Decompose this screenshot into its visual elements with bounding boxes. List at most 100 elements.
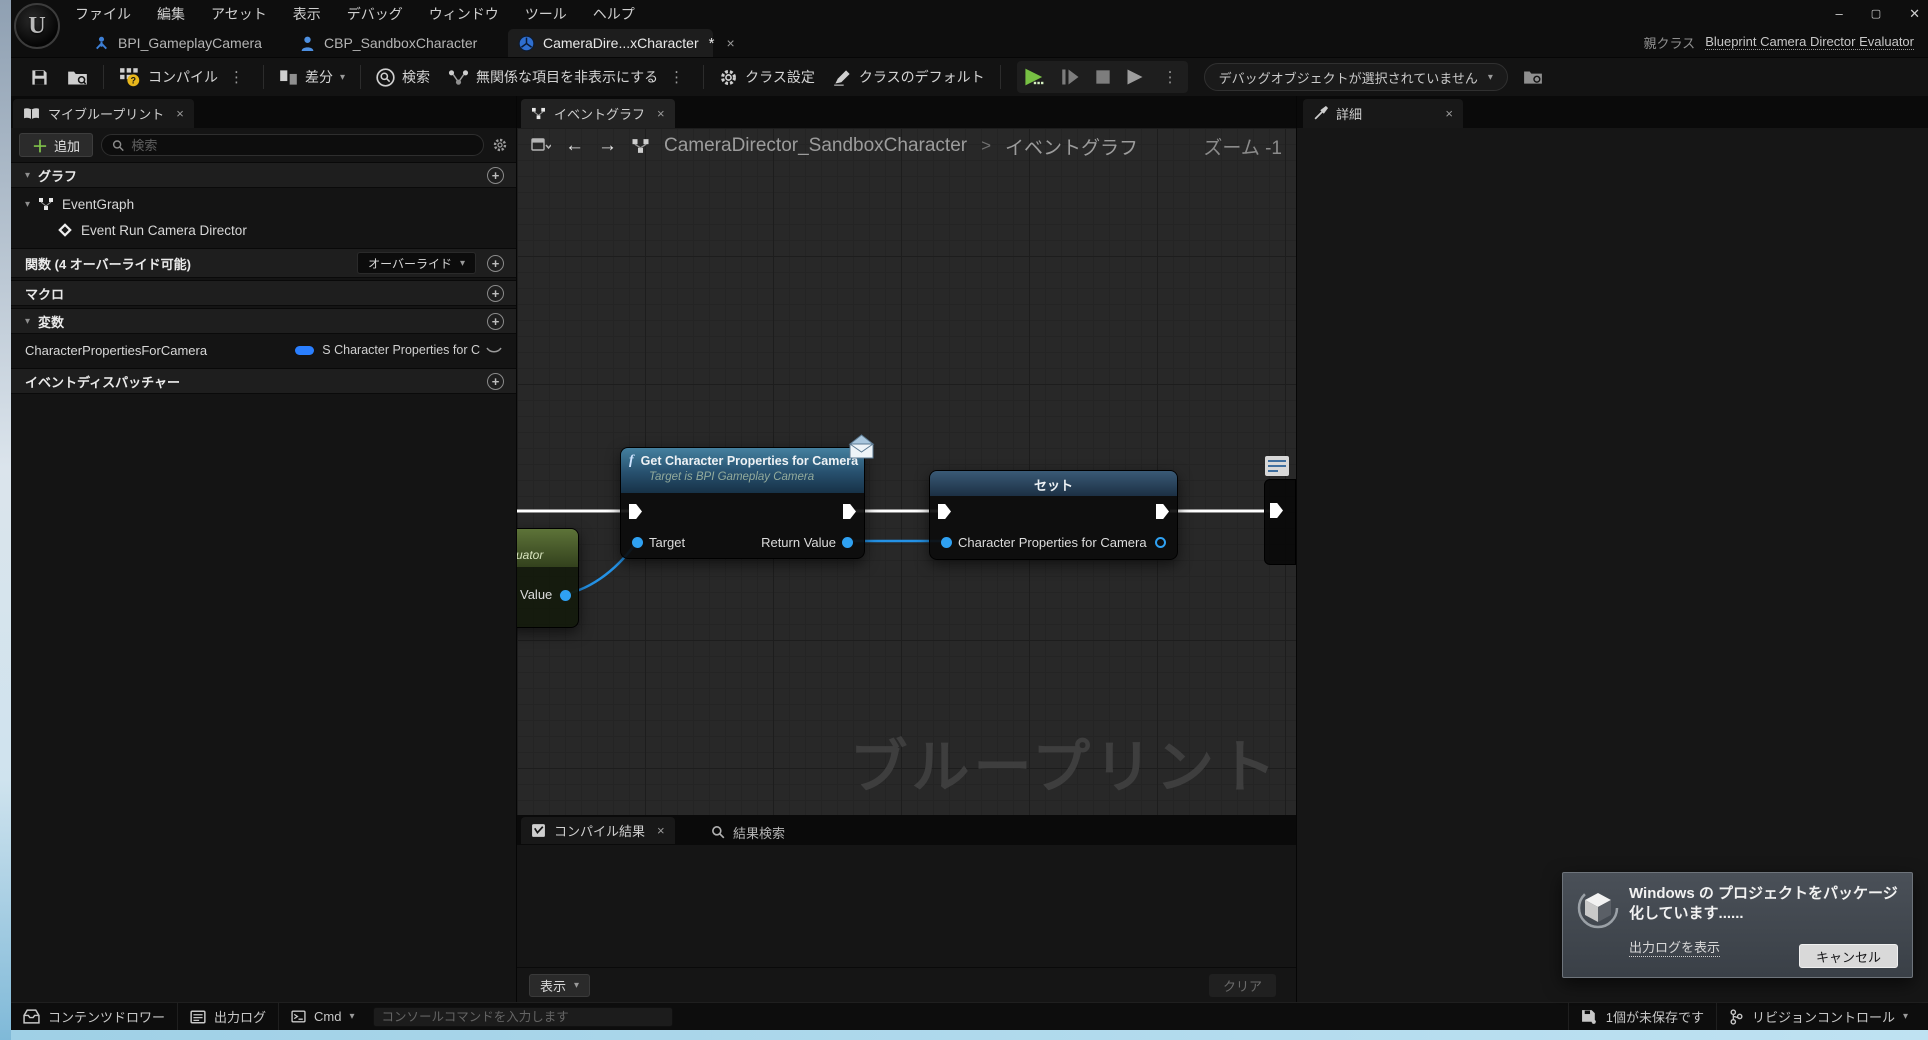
folder-find-icon: [67, 69, 88, 86]
menu-asset[interactable]: アセット: [211, 4, 267, 24]
graph-settings-icon[interactable]: [531, 138, 551, 154]
close-tab-icon[interactable]: ×: [1445, 106, 1453, 121]
debug-browse-button[interactable]: [1514, 62, 1552, 92]
play-icon[interactable]: [1023, 67, 1047, 87]
menu-help[interactable]: ヘルプ: [593, 4, 635, 24]
cancel-button[interactable]: キャンセル: [1799, 944, 1898, 968]
close-tab-icon[interactable]: ×: [726, 35, 734, 51]
menu-view[interactable]: 表示: [293, 4, 321, 24]
find-button[interactable]: 検索: [367, 62, 439, 92]
section-graphs[interactable]: ▾ グラフ +: [11, 162, 516, 188]
close-panel-icon[interactable]: ×: [176, 106, 184, 121]
maximize-button[interactable]: ▢: [1871, 7, 1881, 20]
menu-tools[interactable]: ツール: [525, 4, 567, 24]
menu-debug[interactable]: デバッグ: [347, 4, 403, 24]
override-dropdown[interactable]: オーバーライド ▾: [357, 252, 476, 274]
add-dispatcher-icon[interactable]: +: [487, 373, 504, 390]
tab-cameradirector-active[interactable]: CameraDire...xCharacter * ×: [508, 29, 713, 57]
toolbar-separator: [103, 65, 104, 89]
exec-out-pin[interactable]: [1156, 504, 1169, 519]
content-drawer-button[interactable]: コンテンツドロワー: [11, 1003, 177, 1030]
filter-gear-icon[interactable]: [492, 137, 508, 153]
chevron-down-icon: ▾: [349, 1011, 354, 1022]
tab-details[interactable]: 詳細 ×: [1303, 99, 1463, 128]
nav-back-icon[interactable]: ←: [565, 135, 584, 157]
tab-compiler-results[interactable]: コンパイル結果 ×: [521, 817, 675, 844]
section-variables[interactable]: ▾ 変数 +: [11, 308, 516, 334]
main-menu: ファイル 編集 アセット 表示 デバッグ ウィンドウ ツール ヘルプ: [75, 0, 635, 27]
tab-bpi-gameplaycamera[interactable]: BPI_GameplayCamera: [83, 29, 272, 57]
close-button[interactable]: ✕: [1909, 6, 1920, 22]
close-tab-icon[interactable]: ×: [657, 106, 665, 121]
graph-canvas[interactable]: ← → CameraDirector_SandboxCharacter > イベ…: [517, 128, 1296, 815]
stop-icon[interactable]: [1095, 69, 1111, 85]
pin-value-out[interactable]: [560, 590, 571, 601]
notification-title: Windows の プロジェクトをパッケージ化しています......: [1629, 884, 1901, 925]
hide-options-icon[interactable]: ⋮: [665, 68, 688, 86]
section-event-dispatchers[interactable]: イベントディスパッチャー +: [11, 368, 516, 394]
expander-icon[interactable]: ▾: [25, 316, 30, 327]
pin-character-properties-in[interactable]: [941, 537, 952, 548]
menu-file[interactable]: ファイル: [75, 4, 131, 24]
tab-cbp-sandboxcharacter[interactable]: CBP_SandboxCharacter: [289, 29, 487, 57]
save-button[interactable]: [21, 62, 58, 92]
node-evaluator-partial[interactable]: uator Value: [517, 528, 579, 628]
clear-button[interactable]: クリア: [1209, 974, 1276, 997]
node-clipped-right[interactable]: [1264, 455, 1296, 565]
tab-find-results[interactable]: 結果検索: [703, 819, 793, 845]
add-function-icon[interactable]: +: [487, 255, 504, 272]
output-log-button[interactable]: 出力ログ: [178, 1003, 278, 1030]
unreal-logo-icon[interactable]: U: [14, 3, 60, 49]
debug-object-dropdown[interactable]: デバッグオブジェクトが選択されていません ▾: [1204, 63, 1508, 91]
close-tab-icon[interactable]: ×: [657, 823, 665, 838]
exec-in-pin[interactable]: [938, 504, 951, 519]
menu-edit[interactable]: 編集: [157, 4, 185, 24]
breadcrumb-leaf[interactable]: イベントグラフ: [1005, 133, 1138, 160]
pin-return-value[interactable]: [842, 537, 853, 548]
search-input[interactable]: [131, 138, 473, 153]
eye-closed-icon[interactable]: [486, 344, 502, 356]
show-filter-dropdown[interactable]: 表示 ▾: [529, 974, 590, 997]
browse-asset-button[interactable]: [58, 62, 97, 92]
cmd-dropdown[interactable]: Cmd ▾: [279, 1003, 366, 1030]
nav-forward-icon[interactable]: →: [598, 135, 617, 157]
node-get-character-properties[interactable]: f Get Character Properties for Camera Ta…: [620, 447, 865, 559]
add-graph-icon[interactable]: +: [487, 167, 504, 184]
pin-output-ref[interactable]: [1155, 537, 1166, 548]
tree-item-event-run-camera-director[interactable]: Event Run Camera Director: [11, 218, 516, 242]
breadcrumb-root[interactable]: CameraDirector_SandboxCharacter: [664, 135, 967, 157]
expander-icon[interactable]: ▾: [25, 170, 30, 181]
compile-button[interactable]: ? コンパイル ⋮: [110, 62, 257, 92]
diff-button[interactable]: 差分 ▾: [270, 62, 354, 92]
hide-unrelated-button[interactable]: 無関係な項目を非表示にする ⋮: [439, 62, 697, 92]
section-functions[interactable]: 関数 (4 オーバーライド可能) オーバーライド ▾ +: [11, 248, 516, 278]
add-variable-icon[interactable]: +: [487, 313, 504, 330]
section-macros[interactable]: マクロ +: [11, 280, 516, 306]
exec-out-pin[interactable]: [843, 504, 856, 519]
class-defaults-button[interactable]: クラスのデフォルト: [824, 62, 994, 92]
minimize-button[interactable]: –: [1835, 6, 1842, 21]
expander-icon[interactable]: ▾: [25, 199, 30, 210]
revision-control-button[interactable]: リビジョンコントロール ▾: [1717, 1003, 1928, 1030]
compile-options-icon[interactable]: ⋮: [225, 68, 248, 86]
console-input[interactable]: [382, 1010, 664, 1024]
play-options-icon[interactable]: ⋮: [1159, 68, 1182, 86]
pin-target[interactable]: [632, 537, 643, 548]
class-settings-button[interactable]: クラス設定: [710, 62, 824, 92]
tab-event-graph[interactable]: イベントグラフ ×: [521, 99, 675, 128]
unsaved-files-button[interactable]: 1個が未保存です: [1569, 1003, 1716, 1030]
parent-class-link[interactable]: Blueprint Camera Director Evaluator: [1705, 34, 1914, 50]
tab-my-blueprint[interactable]: マイブループリント ×: [13, 99, 194, 128]
menu-window[interactable]: ウィンドウ: [429, 4, 499, 24]
console-command-box[interactable]: [373, 1007, 673, 1027]
eject-icon[interactable]: [1125, 68, 1145, 86]
variable-row[interactable]: CharacterPropertiesForCamera S Character…: [11, 338, 516, 362]
exec-in-pin[interactable]: [629, 504, 642, 519]
show-output-log-link[interactable]: 出力ログを表示: [1629, 937, 1720, 957]
blueprint-search[interactable]: [101, 134, 484, 156]
tree-item-eventgraph[interactable]: ▾ EventGraph: [11, 192, 516, 216]
add-button[interactable]: ＋ 追加: [19, 133, 93, 157]
add-macro-icon[interactable]: +: [487, 285, 504, 302]
frame-skip-icon[interactable]: [1061, 68, 1081, 86]
node-set-character-properties[interactable]: セット Character Properties for Camera: [929, 470, 1178, 560]
